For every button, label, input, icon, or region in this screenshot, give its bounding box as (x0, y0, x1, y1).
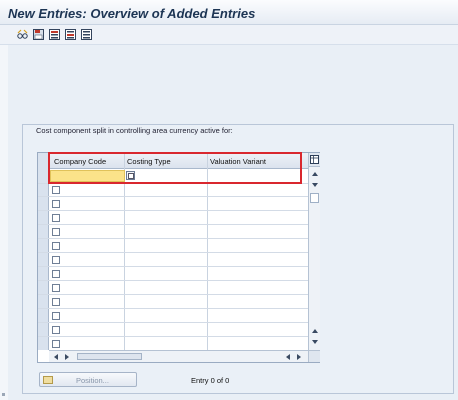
table-row (38, 252, 308, 253)
sap-window: New Entries: Overview of Added Entries C… (0, 0, 458, 400)
position-button[interactable]: Position... (39, 372, 137, 387)
scroll-right-icon[interactable] (65, 354, 69, 360)
scroll-left-icon[interactable] (286, 354, 290, 360)
group-caption: Cost component split in controlling area… (36, 126, 233, 135)
row-checkbox[interactable] (52, 200, 60, 208)
highlight-box (48, 152, 302, 184)
table-row (38, 224, 308, 225)
status-dot (2, 393, 5, 396)
scroll-left-icon[interactable] (54, 354, 58, 360)
row-checkbox[interactable] (52, 256, 60, 264)
table-row (38, 294, 308, 295)
table-row (38, 210, 308, 211)
row-checkbox[interactable] (52, 214, 60, 222)
position-icon (43, 376, 53, 384)
row-checkbox[interactable] (52, 340, 60, 348)
position-button-label: Position... (76, 376, 109, 385)
glasses-icon[interactable] (17, 29, 28, 40)
row-checkbox[interactable] (52, 186, 60, 194)
scroll-right-icon[interactable] (297, 354, 301, 360)
row-checkbox[interactable] (52, 242, 60, 250)
row-checkbox[interactable] (52, 298, 60, 306)
row-checkbox[interactable] (52, 284, 60, 292)
scroll-down-icon[interactable] (312, 340, 318, 344)
select-all-icon[interactable] (49, 29, 60, 40)
vertical-scrollbar[interactable] (308, 153, 320, 350)
application-toolbar (0, 25, 458, 45)
horizontal-scrollbar[interactable] (49, 350, 308, 362)
entry-counter: Entry 0 of 0 (191, 376, 230, 385)
table-row (38, 308, 308, 309)
scroll-down-icon[interactable] (312, 183, 318, 187)
left-edge (0, 45, 8, 400)
page-title: New Entries: Overview of Added Entries (8, 6, 256, 21)
table-row (38, 280, 308, 281)
deselect-icon[interactable] (81, 29, 92, 40)
scroll-corner (308, 350, 320, 362)
table-row (38, 196, 308, 197)
scroll-up-icon[interactable] (312, 172, 318, 176)
scroll-thumb[interactable] (77, 353, 142, 360)
table-row (38, 238, 308, 239)
scroll-thumb[interactable] (310, 193, 319, 203)
table-settings-icon[interactable] (309, 153, 320, 167)
select-block-icon[interactable] (65, 29, 76, 40)
table-row (38, 336, 308, 337)
scroll-up-icon[interactable] (312, 329, 318, 333)
save-icon[interactable] (33, 29, 44, 40)
row-checkbox[interactable] (52, 312, 60, 320)
title-bar: New Entries: Overview of Added Entries (0, 0, 458, 25)
row-checkbox[interactable] (52, 270, 60, 278)
table-row (38, 322, 308, 323)
row-checkbox[interactable] (52, 228, 60, 236)
row-checkbox[interactable] (52, 326, 60, 334)
table-row (38, 266, 308, 267)
